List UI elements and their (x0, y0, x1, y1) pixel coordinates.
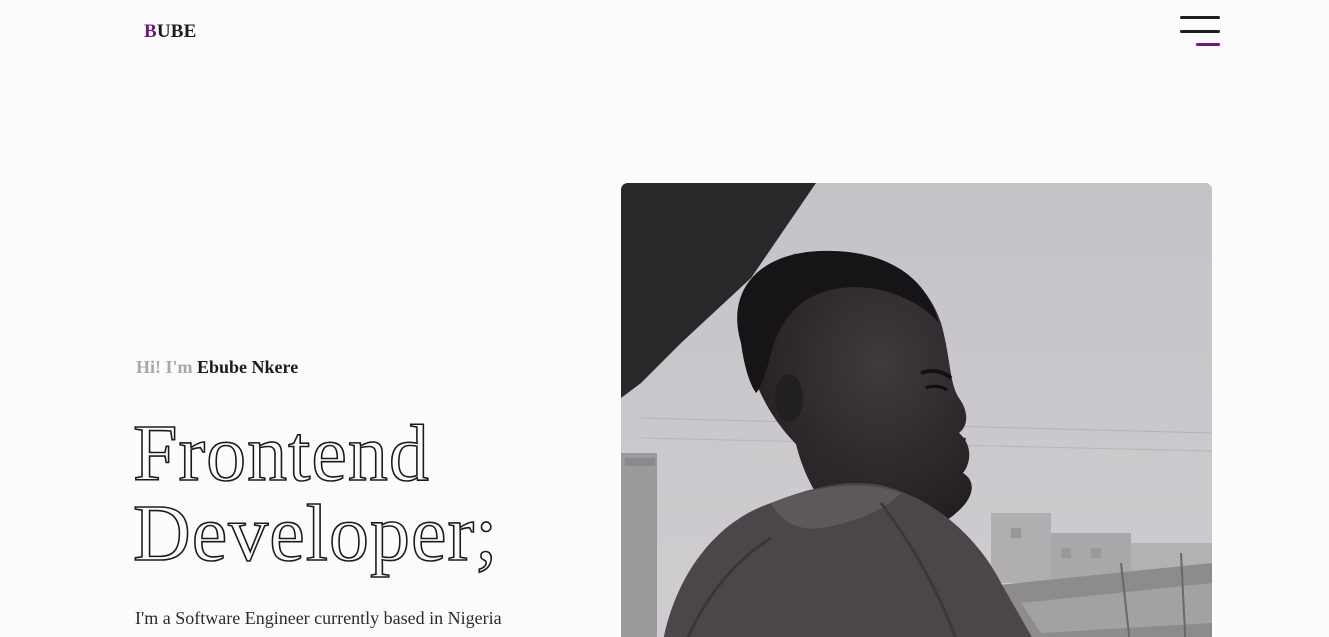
hamburger-menu-icon[interactable] (1178, 14, 1222, 50)
intro-text: I'm a Software Engineer currently based … (135, 608, 502, 628)
menu-line-top (1180, 16, 1220, 19)
greeting: Hi! I'm Ebube Nkere (136, 357, 298, 378)
menu-line-middle (1180, 30, 1220, 33)
menu-line-bottom (1196, 43, 1220, 46)
hero-headline: Frontend Developer; (132, 410, 499, 578)
headline-line-2: Developer; (132, 490, 499, 578)
greeting-prefix: Hi! I'm (136, 357, 193, 377)
profile-photo (621, 183, 1212, 637)
site-logo[interactable]: BUBE (144, 21, 197, 43)
page: BUBE Hi! I'm Ebube Nkere Frontend Develo… (0, 0, 1329, 637)
headline-line-1: Frontend (132, 410, 430, 498)
logo-text: UBE (156, 21, 197, 42)
logo-accent-letter: B (144, 21, 157, 42)
developer-name: Ebube Nkere (197, 357, 299, 377)
